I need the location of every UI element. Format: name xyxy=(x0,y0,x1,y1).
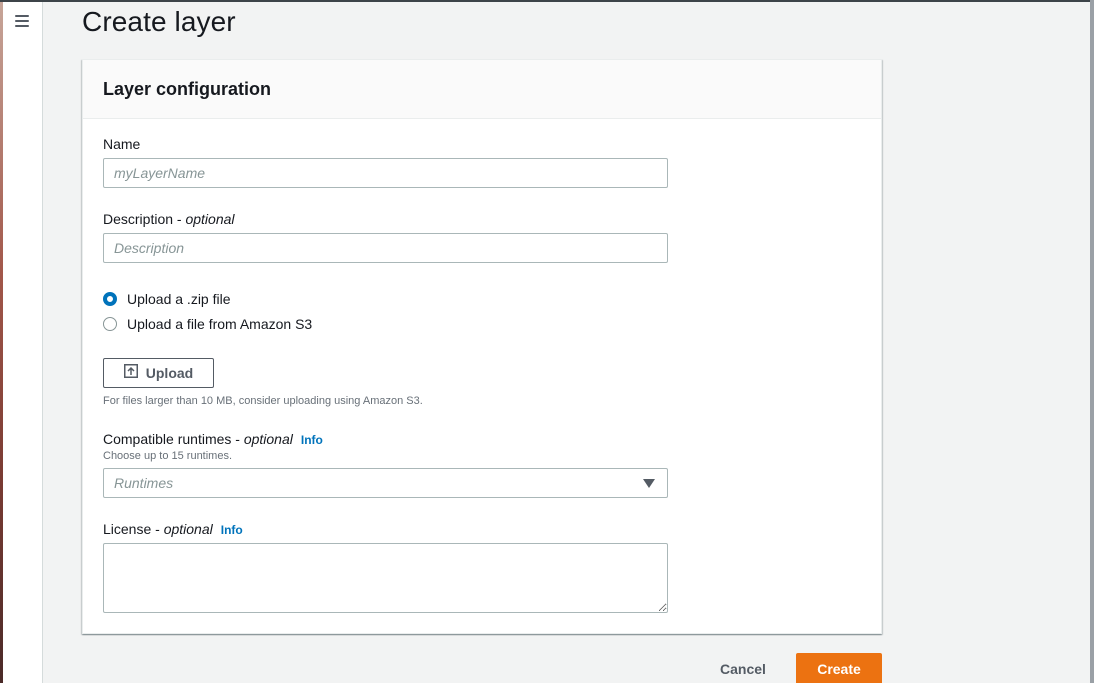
runtimes-optional-text: optional xyxy=(243,431,293,447)
create-button[interactable]: Create xyxy=(796,653,882,683)
license-label-text: License - xyxy=(103,521,164,537)
name-label: Name xyxy=(103,136,141,152)
runtimes-label-text: Compatible runtimes - xyxy=(103,431,244,447)
description-label-text: Description - xyxy=(103,211,186,227)
upload-button-label: Upload xyxy=(145,365,194,381)
radio-button-unselected[interactable] xyxy=(103,317,117,331)
license-label: License - optional Info xyxy=(103,521,243,537)
radio-button-selected[interactable] xyxy=(103,292,117,306)
name-input[interactable] xyxy=(103,158,668,188)
license-info-link[interactable]: Info xyxy=(221,523,243,537)
radio-upload-s3-label: Upload a file from Amazon S3 xyxy=(127,316,313,332)
window-right-border xyxy=(1090,0,1094,683)
description-optional-text: optional xyxy=(185,211,235,227)
navigation-rail xyxy=(3,2,43,683)
radio-upload-zip-label: Upload a .zip file xyxy=(127,291,231,307)
radio-upload-s3[interactable]: Upload a file from Amazon S3 xyxy=(103,316,312,332)
layer-configuration-panel: Layer configuration Name Description - o… xyxy=(82,59,882,634)
runtimes-placeholder: Runtimes xyxy=(114,475,174,491)
runtimes-label: Compatible runtimes - optional Info xyxy=(103,431,323,447)
license-textarea[interactable] xyxy=(103,543,668,613)
runtimes-select[interactable]: Runtimes xyxy=(103,468,668,498)
cancel-button[interactable]: Cancel xyxy=(708,654,778,683)
panel-title: Layer configuration xyxy=(103,79,272,99)
radio-upload-zip[interactable]: Upload a .zip file xyxy=(103,291,231,307)
page-title: Create layer xyxy=(82,6,236,37)
hamburger-menu-icon[interactable] xyxy=(15,15,29,27)
description-label: Description - optional xyxy=(103,211,235,227)
upload-button[interactable]: Upload xyxy=(103,358,214,388)
main-content: Create layer Layer configuration Name De… xyxy=(44,0,1090,683)
description-input[interactable] xyxy=(103,233,668,263)
upload-icon xyxy=(123,363,138,383)
runtimes-info-link[interactable]: Info xyxy=(301,433,323,447)
license-optional-text: optional xyxy=(163,521,213,537)
upload-hint: For files larger than 10 MB, consider up… xyxy=(103,395,423,407)
panel-header: Layer configuration xyxy=(83,60,881,119)
dropdown-caret-icon xyxy=(643,478,655,488)
runtimes-hint: Choose up to 15 runtimes. xyxy=(103,450,233,462)
